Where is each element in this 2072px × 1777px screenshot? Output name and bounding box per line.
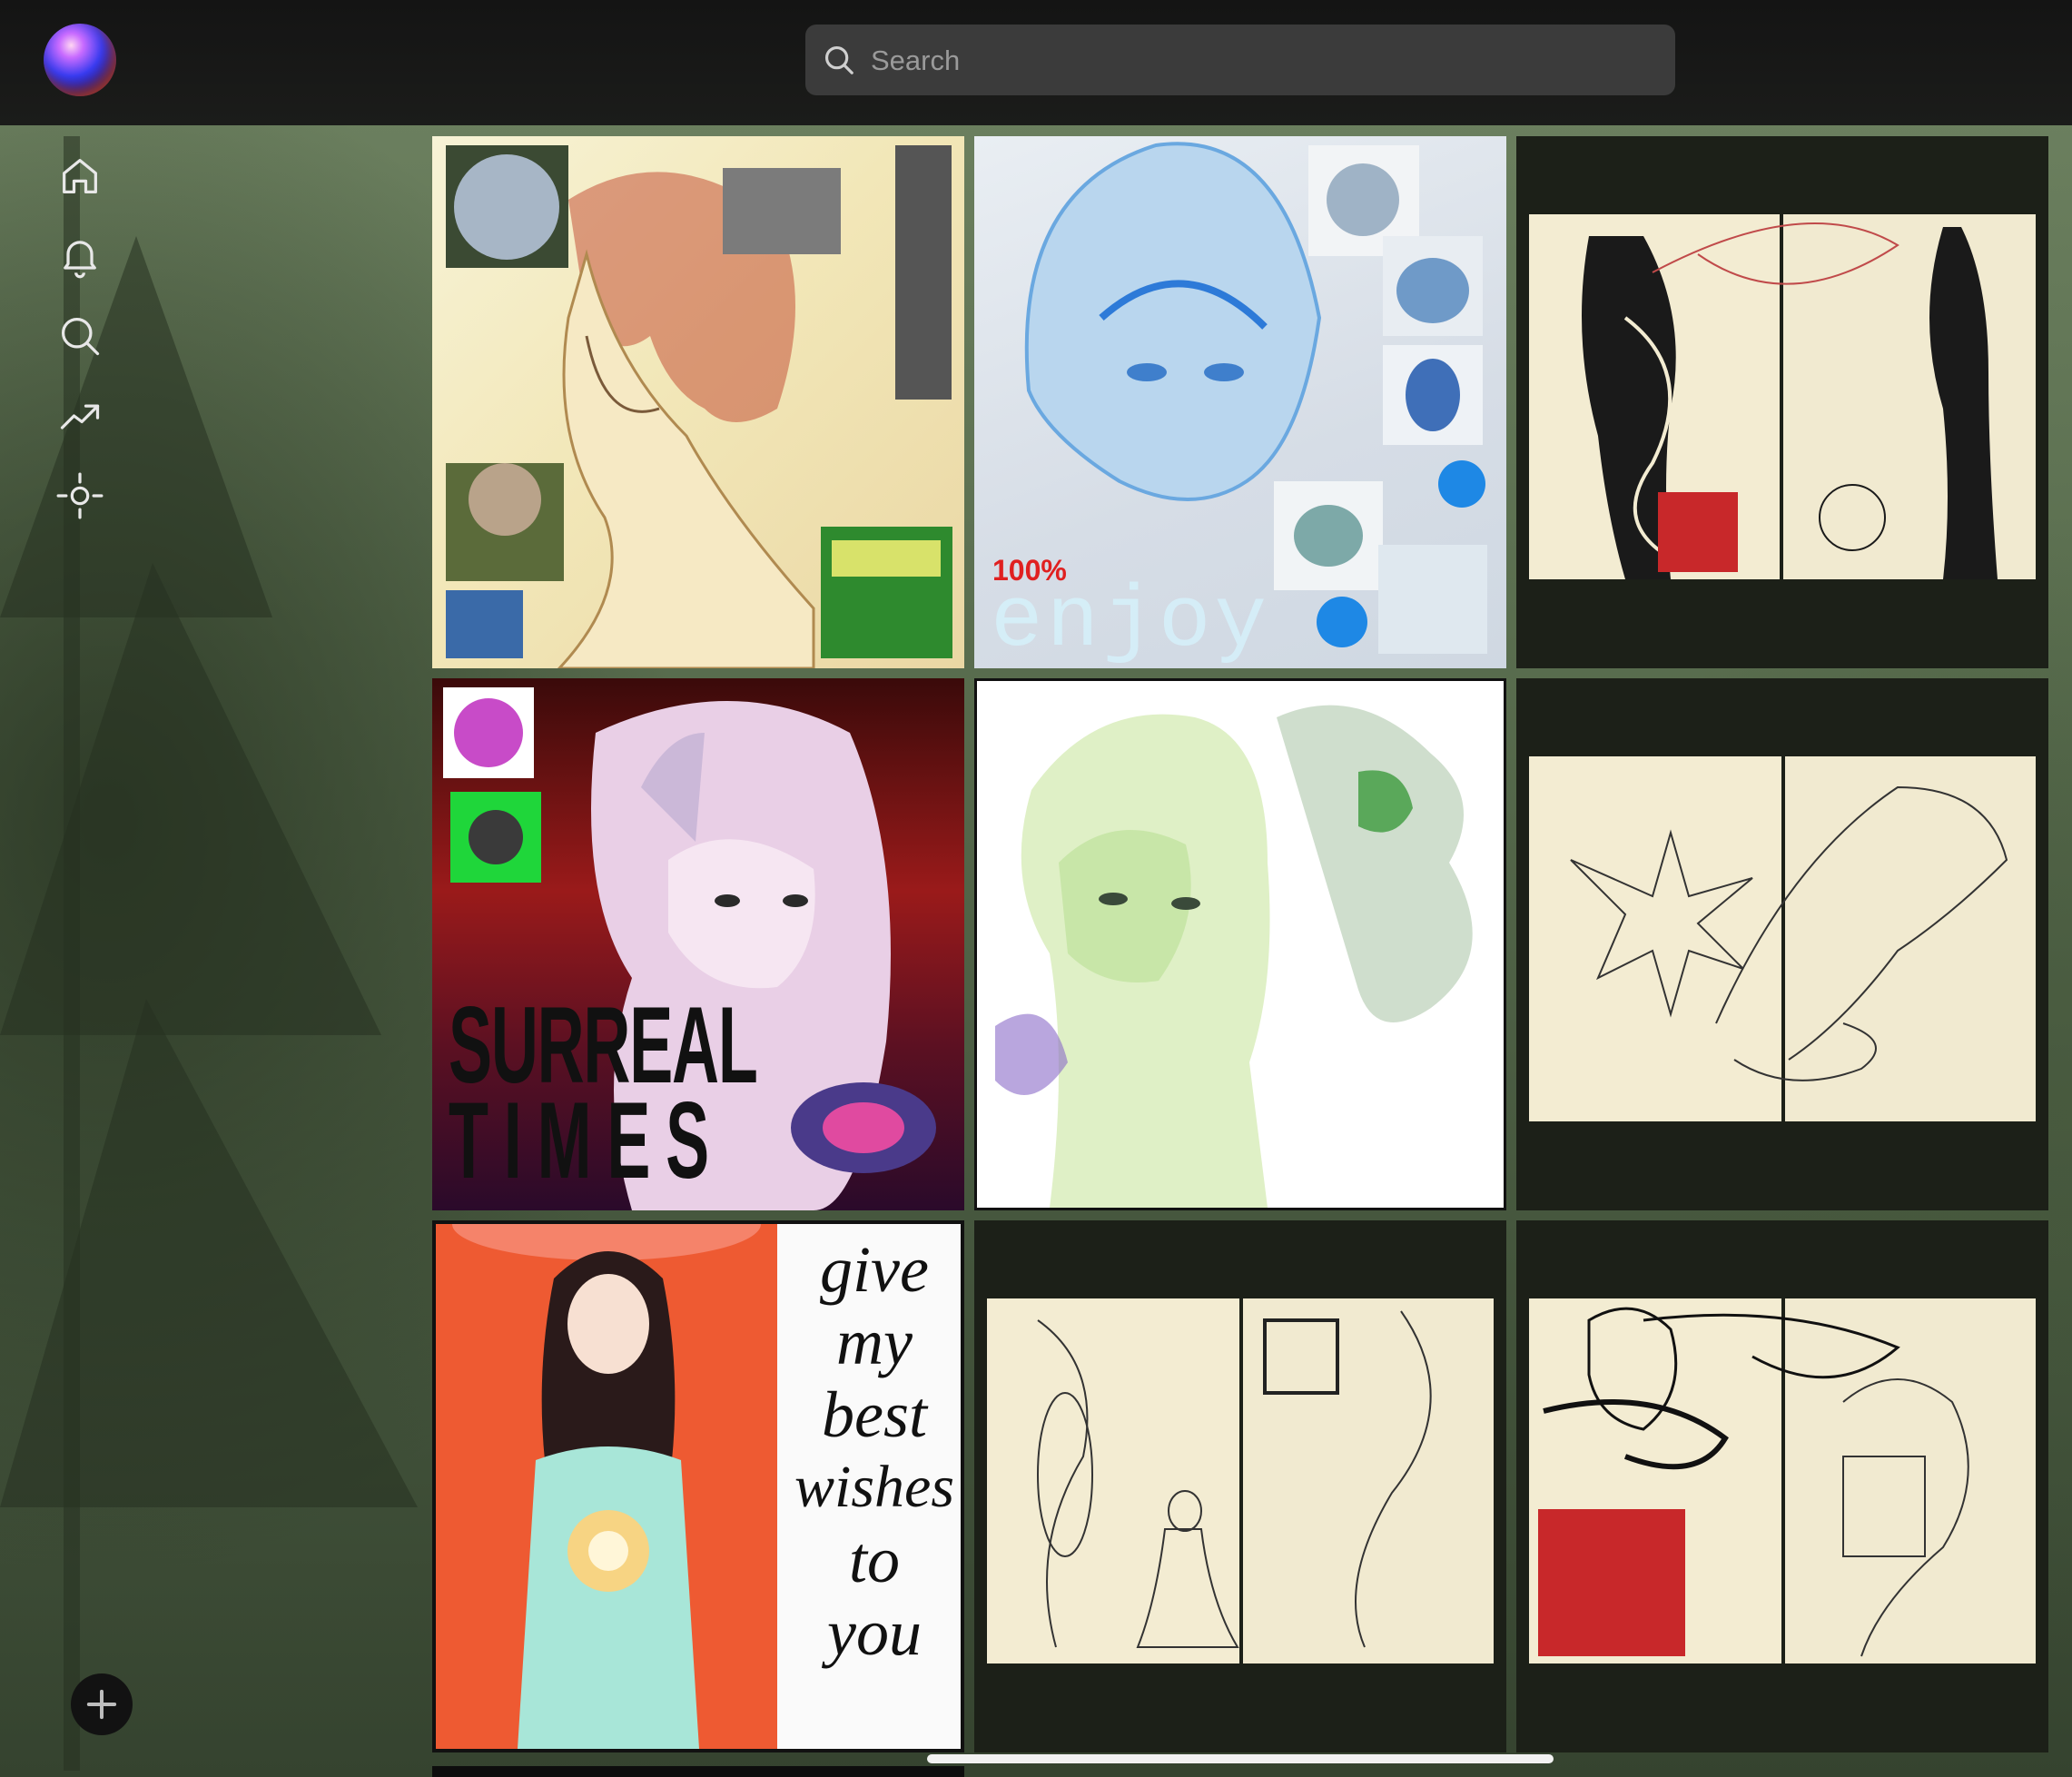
image-tile[interactable] [974,678,1506,1210]
home-indicator [927,1754,1554,1763]
trending-icon[interactable] [56,392,104,439]
add-button[interactable] [71,1673,133,1735]
tile-poem-text: give my best wishes to you [788,1233,961,1669]
image-tile[interactable] [1516,1220,2048,1752]
image-tile[interactable]: 100% enjoy [974,136,1506,668]
search-nav-icon[interactable] [56,312,104,360]
poem-line: my [836,1306,913,1378]
search-icon [822,43,856,77]
home-icon[interactable] [56,153,104,200]
artwork-sketchbook-wings [1529,756,2036,1121]
artwork-collage-girl [446,145,952,668]
image-tile[interactable]: SURREAL TIMES [432,678,964,1210]
poem-line: give [820,1233,929,1306]
image-tile[interactable] [1516,678,2048,1210]
image-tile[interactable] [974,1220,1506,1752]
orb-logo-icon[interactable] [44,24,116,96]
tile-label-enjoy: enjoy [991,572,1271,668]
artwork-sketchbook-angel [987,1298,1494,1663]
poem-line: to [848,1524,900,1596]
image-tile[interactable]: give my best wishes to you [432,1220,964,1752]
artwork-sketchbook-reader [1529,1298,2036,1663]
partial-tile-edge [432,1766,964,1777]
poem-line: wishes [794,1454,955,1520]
tile-label-times: TIMES [449,1080,725,1201]
top-bar [0,0,2072,125]
bell-icon[interactable] [56,232,104,280]
image-grid: 100% enjoy SURREAL TIMES give my best wi… [432,136,2048,1777]
crosshair-icon[interactable] [56,472,104,519]
search-input[interactable] [869,25,1653,97]
poem-line: you [827,1596,922,1669]
image-tile[interactable] [432,136,964,668]
search-bar[interactable] [805,25,1675,97]
artwork-green-girl [995,705,1473,1208]
poem-line: best [822,1378,927,1451]
image-tile[interactable] [1516,136,2048,668]
artwork-sketchbook-red-square [1529,214,2036,579]
